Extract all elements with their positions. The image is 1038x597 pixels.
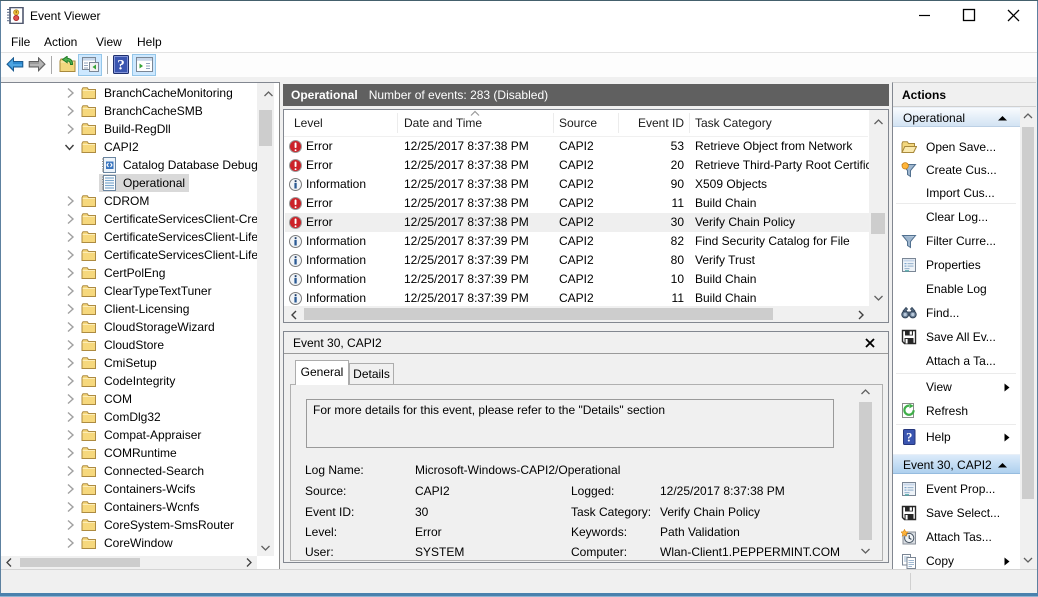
- svg-text:?: ?: [117, 58, 125, 74]
